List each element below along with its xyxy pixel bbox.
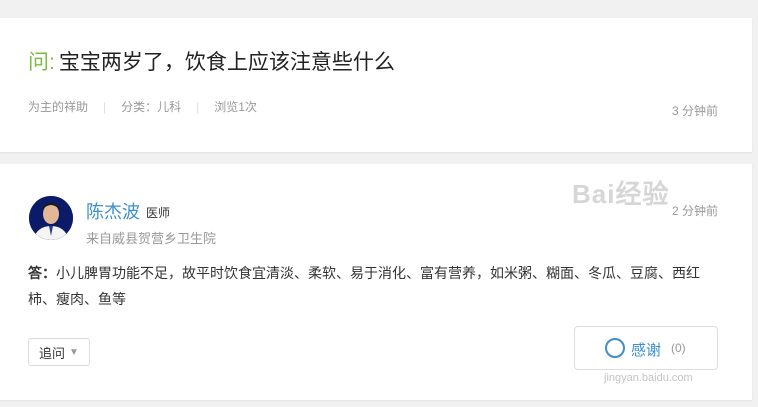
answer-text: 小儿脾胃功能不足，故平时饮食宜清淡、柔软、易于消化、富有营养，如米粥、糊面、冬瓜…	[28, 265, 700, 307]
follow-up-button[interactable]: 追问 ▼	[28, 338, 90, 366]
question-category[interactable]: 分类：儿科	[121, 98, 181, 115]
question-text: 宝宝两岁了，饮食上应该注意些什么	[58, 51, 395, 74]
thanks-button[interactable]: 感谢 (0)	[574, 326, 718, 370]
chevron-down-icon: ▼	[69, 346, 79, 358]
baidu-jingyan-watermark: Bai经验	[572, 179, 670, 209]
thanks-count: (0)	[671, 341, 686, 355]
doctor-name[interactable]: 陈杰波	[86, 198, 140, 224]
asker-name[interactable]: 为主的祥助	[28, 98, 88, 115]
question-views: 浏览1次	[214, 100, 257, 114]
question-title: 问: 宝宝两岁了，饮食上应该注意些什么	[28, 46, 395, 76]
smile-icon	[605, 338, 625, 358]
answer-time: 2 分钟前	[671, 204, 718, 218]
meta-divider: |	[196, 99, 200, 114]
answer-label: 答：	[28, 265, 56, 281]
question-time: 3 分钟前	[671, 104, 718, 118]
doctor-hospital: 来自威县贺营乡卫生院	[86, 231, 217, 246]
doctor-title: 医师	[146, 206, 171, 220]
thanks-label: 感谢	[631, 342, 662, 359]
answer-body: 答：小儿脾胃功能不足，故平时饮食宜清淡、柔软、易于消化、富有营养，如米粥、糊面、…	[28, 260, 718, 312]
meta-divider: |	[103, 99, 107, 114]
question-prefix: 问:	[28, 51, 55, 74]
follow-up-label: 追问	[39, 345, 66, 361]
question-card: 问: 宝宝两岁了，饮食上应该注意些什么 为主的祥助 | 分类：儿科 | 浏览1次 …	[0, 18, 752, 152]
doctor-avatar[interactable]	[29, 196, 73, 240]
question-meta: 为主的祥助 | 分类：儿科 | 浏览1次	[28, 98, 257, 115]
watermark-url: jingyan.baidu.com	[604, 372, 693, 384]
